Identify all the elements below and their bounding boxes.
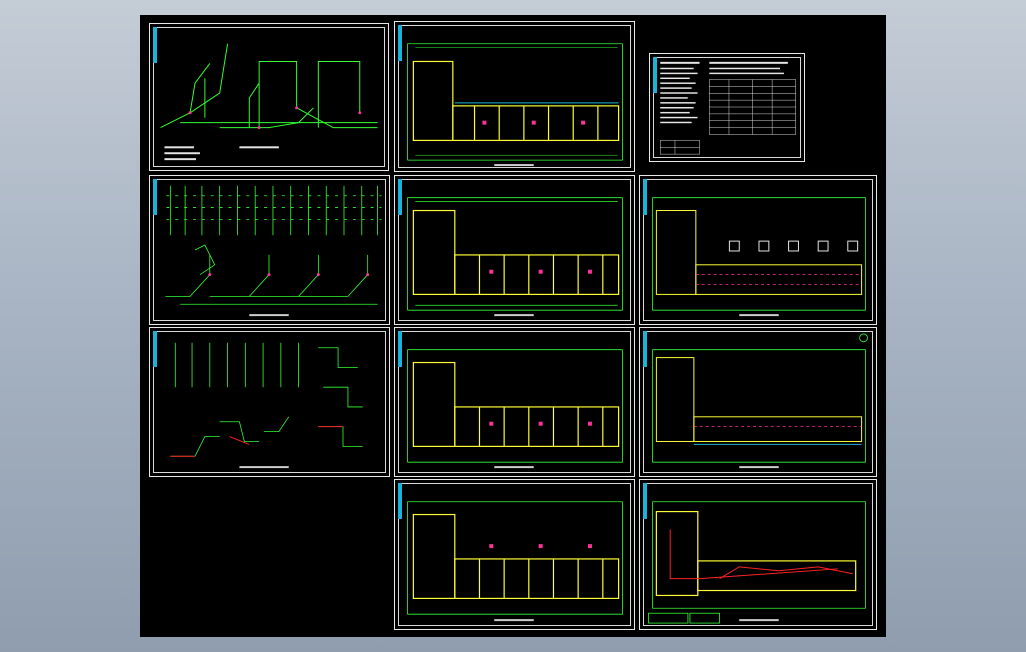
sheet-floor-plan-4[interactable]: [394, 327, 635, 477]
floor-plan-drawing: [407, 501, 623, 622]
sheet-floor-plan-3[interactable]: [639, 175, 877, 325]
sheet-riser-branches[interactable]: [149, 327, 390, 477]
sheet-riser-system[interactable]: [149, 23, 389, 171]
floor-plan-drawing: [407, 197, 623, 317]
notes-table-drawing: [660, 61, 796, 155]
sheet-riser-detail[interactable]: [149, 175, 390, 325]
floor-plan-drawing: [407, 349, 623, 469]
sheet-floor-plan-7[interactable]: [639, 479, 877, 630]
drawing-canvas[interactable]: [140, 15, 886, 637]
riser-drawing: [165, 185, 382, 317]
riser-drawing: [170, 342, 363, 469]
floor-plan-drawing: [648, 501, 866, 624]
sheet-floor-plan-6[interactable]: [394, 479, 635, 630]
floor-plan-drawing: [407, 43, 623, 167]
sheet-design-notes[interactable]: [649, 53, 805, 162]
sheet-floor-plan-1[interactable]: [394, 21, 635, 172]
floor-plan-drawing: [652, 333, 868, 469]
riser-drawing: [160, 43, 378, 161]
floor-plan-drawing: [652, 197, 866, 317]
sheet-floor-plan-2[interactable]: [394, 175, 635, 325]
sheet-floor-plan-5[interactable]: [639, 327, 877, 477]
